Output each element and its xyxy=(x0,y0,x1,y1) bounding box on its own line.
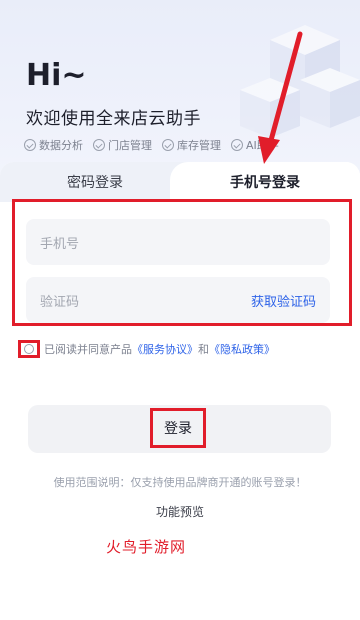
feature-list: 数据分析 门店管理 库存管理 AI助手 xyxy=(24,137,279,153)
welcome-text: 欢迎使用全来店云助手 xyxy=(26,109,201,129)
login-button-label[interactable]: 登录 xyxy=(150,408,206,448)
feature-item: 库存管理 xyxy=(162,137,221,153)
login-tabs: 密码登录 手机号登录 xyxy=(0,162,360,202)
agreement-and: 和 xyxy=(198,343,209,356)
feature-label: 数据分析 xyxy=(39,139,83,152)
tab-phone-login[interactable]: 手机号登录 xyxy=(170,162,360,202)
phone-placeholder: 手机号 xyxy=(40,236,80,252)
check-circle-icon xyxy=(93,139,105,151)
feature-item: 门店管理 xyxy=(93,137,152,153)
get-code-button[interactable]: 获取验证码 xyxy=(251,291,316,310)
check-circle-icon xyxy=(162,139,174,151)
feature-item: 数据分析 xyxy=(24,137,83,153)
service-agreement-link[interactable]: 《服务协议》 xyxy=(132,341,198,357)
tab-label: 手机号登录 xyxy=(230,175,300,191)
tab-label: 密码登录 xyxy=(67,175,123,191)
check-circle-icon xyxy=(24,139,36,151)
phone-input[interactable]: 手机号 xyxy=(26,219,330,265)
feature-label: 库存管理 xyxy=(177,139,221,152)
scope-note: 使用范围说明：仅支持使用品牌商开通的账号登录！ xyxy=(53,476,307,489)
code-placeholder: 验证码 xyxy=(40,294,80,310)
agree-checkbox-highlight[interactable] xyxy=(18,340,40,358)
privacy-policy-link[interactable]: 《隐私政策》 xyxy=(209,341,275,357)
feature-preview-link[interactable]: 功能预览 xyxy=(0,503,360,520)
check-circle-icon xyxy=(231,139,243,151)
watermark-text: 火鸟手游网 xyxy=(106,538,187,556)
greeting-title: Hi~ xyxy=(26,58,87,93)
agreement-row: 已阅读并同意产品 《服务协议》 和 《隐私政策》 xyxy=(18,340,275,358)
feature-label: 门店管理 xyxy=(108,139,152,152)
annotation-arrow-icon xyxy=(258,31,303,164)
tab-password-login[interactable]: 密码登录 xyxy=(0,162,190,202)
agree-radio[interactable] xyxy=(24,344,34,354)
code-input[interactable]: 验证码 获取验证码 xyxy=(26,277,330,323)
agreement-prefix: 已阅读并同意产品 xyxy=(44,343,132,356)
